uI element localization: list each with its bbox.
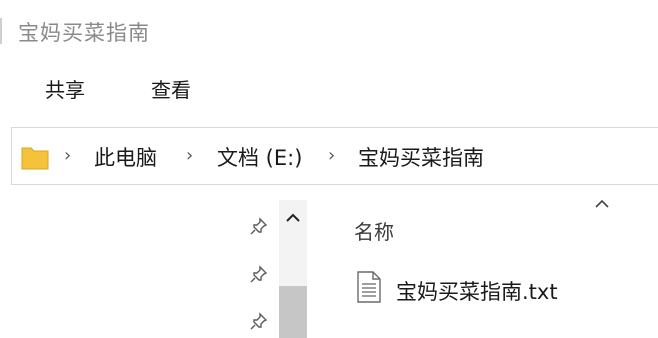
sort-ascending-icon[interactable] <box>592 196 612 212</box>
tab-view[interactable]: 查看 <box>151 74 191 103</box>
address-bar[interactable]: › 此电脑 › 文档 (E:) › 宝妈买菜指南 <box>11 127 658 185</box>
chevron-right-icon[interactable]: › <box>64 145 71 166</box>
chevron-up-icon <box>286 213 300 222</box>
list-item[interactable]: 宝妈买菜指南.txt <box>356 268 646 312</box>
breadcrumb-current-folder[interactable]: 宝妈买菜指南 <box>358 142 484 172</box>
text-file-icon <box>357 271 381 303</box>
file-name: 宝妈买菜指南.txt <box>396 280 558 304</box>
chevron-right-icon[interactable]: › <box>328 145 335 166</box>
pin-icon[interactable] <box>249 311 269 331</box>
nav-scrollbar-thumb[interactable] <box>279 286 307 338</box>
pin-icon[interactable] <box>249 216 269 236</box>
pin-icon[interactable] <box>249 264 269 284</box>
scroll-up-button[interactable] <box>279 205 307 231</box>
title-bar-edge <box>0 18 2 44</box>
tab-share[interactable]: 共享 <box>45 74 85 103</box>
breadcrumb-this-pc[interactable]: 此电脑 <box>94 142 157 172</box>
ribbon: 共享 查看 <box>0 58 658 118</box>
folder-icon <box>21 147 49 170</box>
column-header-name[interactable]: 名称 <box>354 216 394 245</box>
breadcrumb-documents-drive[interactable]: 文档 (E:) <box>217 142 302 172</box>
chevron-right-icon[interactable]: › <box>186 145 193 166</box>
title-bar: 宝妈买菜指南 <box>0 0 658 58</box>
window-title: 宝妈买菜指南 <box>18 21 150 45</box>
